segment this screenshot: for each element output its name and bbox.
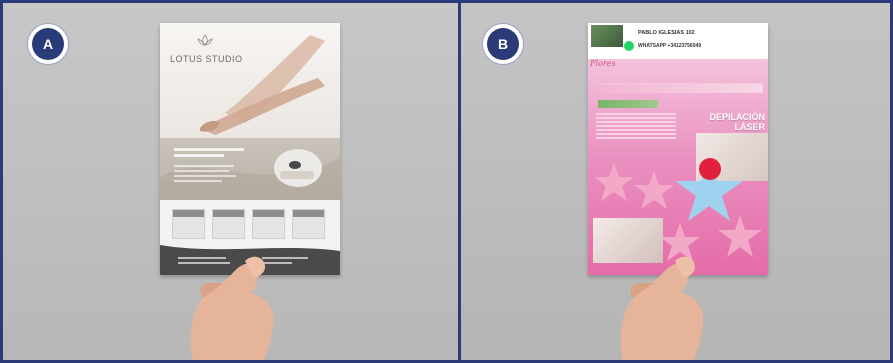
- flyer-b: PABLO IGLESIAS 102 WHATSAPP +34123756049…: [588, 23, 768, 275]
- flyer-b-body-text: [596, 113, 676, 141]
- flyer-b-green-subline: [598, 100, 658, 108]
- badge-a: A: [27, 23, 69, 65]
- whatsapp-icon: [624, 41, 634, 51]
- zone-star-5: [718, 215, 762, 257]
- flyer-b-script-logo: Flores: [590, 59, 616, 68]
- price-card: [172, 209, 205, 239]
- badge-b: B: [482, 23, 524, 65]
- offer-badge: [699, 158, 721, 180]
- legs-photo-image: [200, 35, 325, 135]
- flyer-b-whatsapp: WHATSAPP +34123756049: [638, 43, 702, 49]
- flyer-a-brand: LOTUS STUDIO: [170, 54, 243, 64]
- badge-a-letter: A: [32, 28, 64, 60]
- lotus-flower-image: [591, 25, 623, 47]
- flyer-b-contact-strip: PABLO IGLESIAS 102 WHATSAPP +34123756049: [588, 23, 768, 59]
- zone-star-1: [594, 163, 634, 201]
- price-card: [292, 209, 325, 239]
- flyer-a-hero: LOTUS STUDIO: [160, 23, 340, 138]
- flyer-b-contact-name: PABLO IGLESIAS 102: [638, 30, 695, 36]
- lotus-logo-icon: [197, 34, 213, 46]
- price-card: [212, 209, 245, 239]
- hand-holding-flyer-image: [190, 256, 274, 360]
- flyer-a-price-cards: [160, 200, 340, 245]
- flyer-b-laser-title: DEPILACIÓN LÁSER: [700, 112, 765, 132]
- badge-b-letter: B: [487, 28, 519, 60]
- hand-holding-flyer-image: [620, 256, 704, 360]
- panel-b: B PABLO IGLESIAS 102 WHATSAPP +341237560…: [461, 3, 890, 360]
- flyer-a: LOTUS STUDIO: [160, 23, 340, 275]
- price-card: [252, 209, 285, 239]
- panel-a: A LOTUS STUDIO: [3, 3, 458, 360]
- laser-title-line1: DEPILACIÓN LÁSER: [709, 112, 765, 132]
- flyer-a-info-graphics: [160, 148, 340, 200]
- flyer-a-info-band: [160, 138, 340, 200]
- flyer-b-headline-bar: [598, 83, 763, 93]
- zone-star-2: [634, 171, 674, 209]
